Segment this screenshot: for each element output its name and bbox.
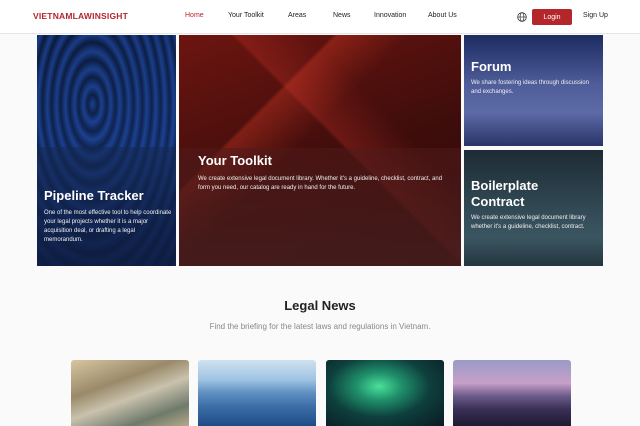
news-card-image[interactable] [71, 360, 189, 426]
nav-your-toolkit[interactable]: Your Toolkit [228, 12, 264, 19]
forum-tile[interactable]: Forum We share fostering ideas through d… [464, 35, 603, 146]
forum-description: We share fostering ideas through discuss… [471, 80, 589, 95]
nav-news[interactable]: News [333, 12, 351, 19]
news-card-image[interactable] [453, 360, 571, 426]
forum-title: Forum [471, 59, 512, 74]
your-toolkit-title: Your Toolkit [198, 153, 272, 168]
nav-innovation[interactable]: Innovation [374, 12, 406, 19]
legal-news-title: Legal News [284, 298, 356, 313]
news-card-image[interactable] [198, 360, 316, 426]
your-toolkit-tile[interactable]: Your Toolkit We create extensive legal d… [179, 35, 461, 266]
your-toolkit-description: We create extensive legal document libra… [198, 176, 443, 191]
pipeline-tracker-tile[interactable]: Pipeline Tracker One of the most effecti… [37, 35, 176, 266]
nav-about-us[interactable]: About Us [428, 12, 457, 19]
pipeline-tracker-title: Pipeline Tracker [44, 188, 144, 203]
legal-news-subtitle: Find the briefing for the latest laws an… [209, 322, 431, 331]
globe-icon[interactable] [517, 12, 527, 22]
nav-areas[interactable]: Areas [288, 12, 306, 19]
tile-overlay [37, 147, 176, 266]
news-card-image[interactable] [326, 360, 444, 426]
boilerplate-contract-title: Boilerplate Contract [471, 178, 539, 209]
boilerplate-contract-description: We create extensive legal document libra… [471, 215, 586, 230]
top-navbar: VIETNAMLAWINSIGHT Home Your Toolkit Area… [0, 0, 640, 34]
signup-link[interactable]: Sign Up [583, 12, 608, 19]
login-button[interactable]: Login [532, 9, 572, 25]
boilerplate-contract-tile[interactable]: Boilerplate Contract We create extensive… [464, 150, 603, 266]
pipeline-tracker-description: One of the most effective tool to help c… [44, 210, 172, 243]
nav-home[interactable]: Home [185, 12, 204, 19]
brand-logo[interactable]: VIETNAMLAWINSIGHT [33, 11, 128, 21]
